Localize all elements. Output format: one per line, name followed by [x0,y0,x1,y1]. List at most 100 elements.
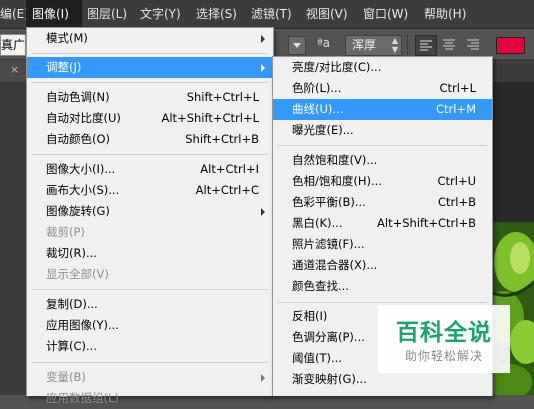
align-right-button[interactable] [463,35,483,54]
menu-item-label: 色相/饱和度(H)... [292,174,382,188]
submenu-arrow-icon [261,35,265,43]
menu-item-curves[interactable]: 曲线(U)... Ctrl+M [273,99,492,120]
menu-item-shortcut: Shift+Ctrl+L [186,90,259,104]
submenu-arrow-icon [261,374,265,382]
menu-item-label: 自动颜色(O) [46,132,111,146]
anti-alias-select[interactable]: 浑厚 ▲ ▼ [345,35,402,56]
menu-image[interactable]: 图像(I) [26,0,82,28]
menu-item-label: 裁切(R)... [46,246,97,260]
font-size-dropdown-button[interactable] [288,36,306,55]
menu-item-label: 色调分离(P)... [292,330,365,344]
menu-item-label: 图像大小(I)... [46,162,116,176]
menu-separator [278,145,487,146]
menu-item-label: 亮度/对比度(C)... [292,60,382,74]
menu-item-mode[interactable]: 模式(M) [27,28,273,49]
align-left-button[interactable] [415,35,437,56]
menu-item-color-lookup[interactable]: 颜色查找... [273,276,492,297]
menu-separator [278,302,487,303]
menu-item-label: 变量(B) [46,370,86,384]
menu-item-photo-filter[interactable]: 照片滤镜(F)... [273,234,492,255]
align-center-icon [443,39,455,50]
chevron-down-icon [293,43,301,48]
menu-edit[interactable]: 编(E) [0,0,29,28]
menu-item-channel-mixer[interactable]: 通道混合器(X)... [273,255,492,276]
menu-item-label: 自动色调(N) [46,90,110,104]
menu-item-apply-image[interactable]: 应用图像(Y)... [27,315,273,336]
menu-item-label: 照片滤镜(F)... [292,237,365,251]
menu-item-shortcut: Ctrl+U [437,174,476,188]
menu-item-duplicate[interactable]: 复制(D)... [27,294,273,315]
menu-item-label: 渐变映射(G)... [292,372,367,386]
menu-item-label: 黑白(K)... [292,216,343,230]
menu-item-label: 阈值(T)... [292,351,342,365]
menu-item-shortcut: Ctrl+M [435,102,476,116]
menu-item-apply-data-set[interactable]: 应用数据组(L) [27,388,273,409]
menu-separator [32,82,268,83]
menu-item-label: 显示全部(V) [46,267,109,281]
menu-bar: 编(E) 图像(I) 图层(L) 文字(Y) 选择(S) 滤镜(T) 视图(V)… [0,0,534,29]
watermark-subtitle: 助你轻松解决 [404,349,483,363]
menu-item-label: 通道混合器(X)... [292,258,378,272]
menu-item-crop[interactable]: 裁剪(P) [27,222,273,243]
menu-item-label: 色彩平衡(B)... [292,195,366,209]
menu-item-canvas-size[interactable]: 画布大小(S)... Alt+Ctrl+C [27,180,273,201]
menu-item-shortcut: Alt+Shift+Ctrl+L [161,111,260,125]
menu-help[interactable]: 帮助(H) [424,0,466,28]
menu-item-auto-tone[interactable]: 自动色调(N) Shift+Ctrl+L [27,87,273,108]
menu-item-levels[interactable]: 色阶(L)... Ctrl+L [273,78,492,99]
menu-item-auto-color[interactable]: 自动颜色(O) Shift+Ctrl+B [27,129,273,150]
menu-item-label: 复制(D)... [46,297,98,311]
menu-item-exposure[interactable]: 曝光度(E)... [273,120,492,141]
menu-item-label: 应用数据组(L) [46,391,119,405]
menu-item-image-rotation[interactable]: 图像旋转(G) [27,201,273,222]
menu-item-label: 画布大小(S)... [46,183,120,197]
menu-item-shortcut: Alt+Ctrl+C [195,183,259,197]
menu-item-label: 调整(J) [46,60,82,74]
watermark-title: 百科全说 [396,320,492,346]
menu-separator [32,53,268,54]
menu-item-trim[interactable]: 裁切(R)... [27,243,273,264]
menu-item-brightness-contrast[interactable]: 亮度/对比度(C)... [273,57,492,78]
anti-alias-icon: ªa [317,36,331,50]
text-color-swatch[interactable] [496,37,525,54]
menu-filter[interactable]: 滤镜(T) [251,0,292,28]
menu-item-label: 自然饱和度(V)... [292,153,378,167]
menu-item-shortcut: Alt+Shift+Ctrl+B [377,216,476,230]
menu-item-adjustments[interactable]: 调整(J) [27,57,273,78]
document-tab[interactable]: × [0,60,28,82]
menu-separator [32,289,268,290]
menu-separator [32,362,268,363]
menu-window[interactable]: 窗口(W) [363,0,408,28]
menu-item-image-size[interactable]: 图像大小(I)... Alt+Ctrl+I [27,159,273,180]
menu-item-hue-saturation[interactable]: 色相/饱和度(H)... Ctrl+U [273,171,492,192]
menu-item-color-balance[interactable]: 色彩平衡(B)... Ctrl+B [273,192,492,213]
menu-item-label: 应用图像(Y)... [46,318,119,332]
menu-item-label: 计算(C)... [46,339,97,353]
menu-select[interactable]: 选择(S) [196,0,237,28]
menu-item-vibrance[interactable]: 自然饱和度(V)... [273,150,492,171]
tools-panel-edge [0,82,28,395]
menu-item-auto-contrast[interactable]: 自动对比度(U) Alt+Shift+Ctrl+L [27,108,273,129]
menu-item-label: 曝光度(E)... [292,123,354,137]
image-menu: 模式(M) 调整(J) 自动色调(N) Shift+Ctrl+L 自动对比度(U… [26,27,274,405]
updown-arrow-icon: ▲ ▼ [391,36,398,54]
menu-item-label: 裁剪(P) [46,225,85,239]
menu-type[interactable]: 文字(Y) [140,0,181,28]
anti-alias-value: 浑厚 [352,38,377,52]
menu-item-variables[interactable]: 变量(B) [27,367,273,388]
menu-item-shortcut: Shift+Ctrl+B [185,132,259,146]
close-icon[interactable]: × [10,63,19,76]
watermark: 百科全说 助你轻松解决 [378,305,510,373]
font-family-field[interactable]: 真广 [0,34,26,56]
menu-item-black-white[interactable]: 黑白(K)... Alt+Shift+Ctrl+B [273,213,492,234]
submenu-arrow-icon [261,64,265,72]
menu-view[interactable]: 视图(V) [306,0,348,28]
align-left-icon [420,40,432,51]
menu-item-calculations[interactable]: 计算(C)... [27,336,273,357]
menu-item-shortcut: Ctrl+L [439,81,476,95]
align-center-button[interactable] [439,35,459,54]
menu-layer[interactable]: 图层(L) [87,0,127,28]
menu-item-reveal-all[interactable]: 显示全部(V) [27,264,273,285]
menu-item-label: 反相(I) [292,309,328,323]
menu-item-label: 色阶(L)... [292,81,342,95]
